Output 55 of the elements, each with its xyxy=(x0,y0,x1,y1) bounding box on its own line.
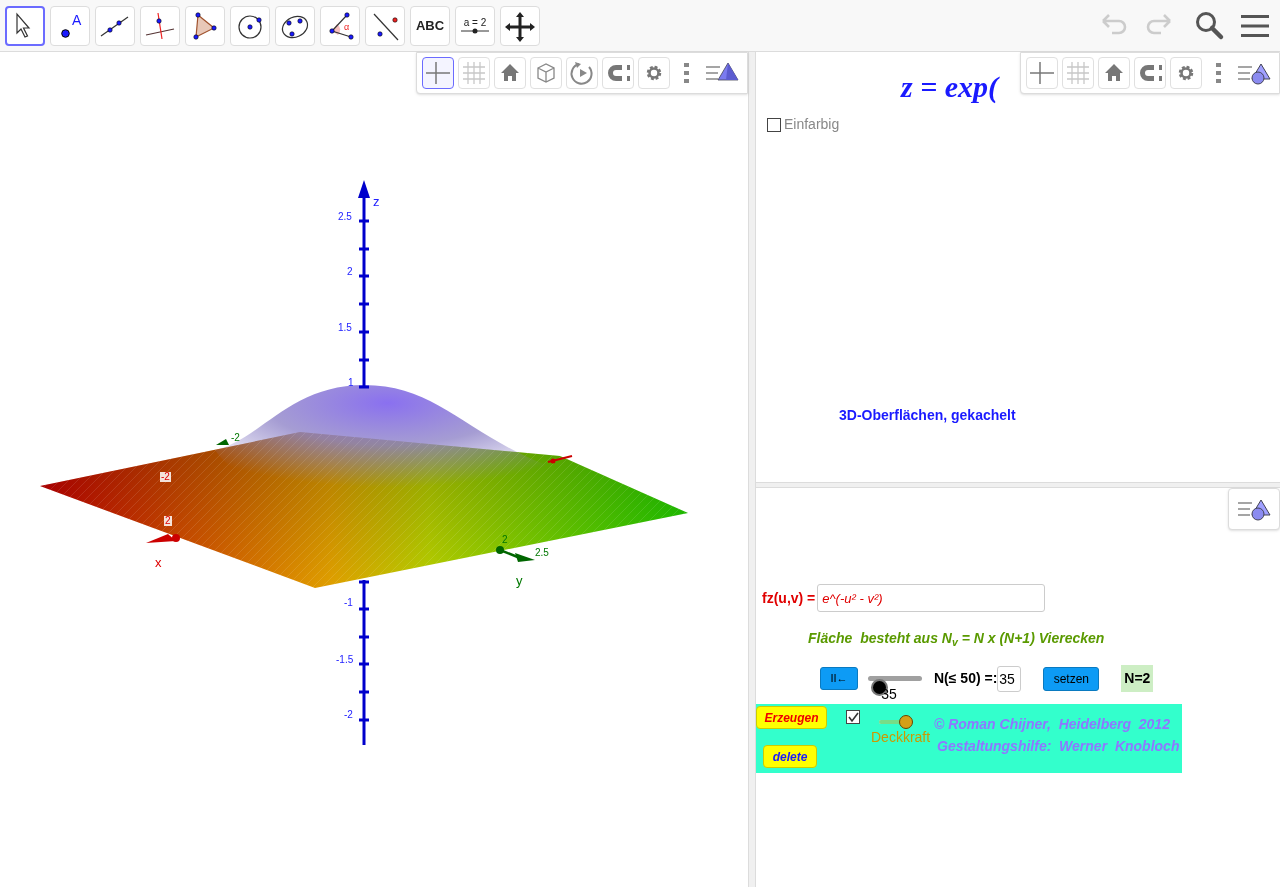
formula-note: Fläche besteht aus N$_{v}$ = N x (N+1) Vierecken xyxy=(808,629,1105,649)
tool-button[interactable]: A xyxy=(50,5,90,46)
tool-button[interactable] xyxy=(5,5,45,46)
y-axis-arrow xyxy=(496,546,535,562)
axis-label: 2 xyxy=(164,516,172,526)
n-input[interactable]: 35 xyxy=(997,665,1022,692)
n-label: N(≤ 50) =: xyxy=(934,669,998,688)
axis-label: y xyxy=(516,574,523,587)
caption-text: 3D-Oberflächen, gekachelt xyxy=(839,406,1016,425)
tool-letter: A xyxy=(72,10,82,30)
checkbox[interactable] xyxy=(846,710,860,724)
view-option-button[interactable] xyxy=(422,57,454,89)
axis-label: 2.5 xyxy=(535,548,549,558)
slider-tool-label: a = 2 xyxy=(463,17,487,28)
axis-label: z xyxy=(373,195,380,208)
axis-label: -1 xyxy=(344,598,353,608)
tool-button[interactable]: a = 2 xyxy=(455,5,495,46)
slider-icon xyxy=(461,28,489,34)
axis-label: x xyxy=(155,556,162,569)
more-options-icon xyxy=(1215,63,1221,83)
credits-text: Gestaltungshilfe: Werner Knobloch xyxy=(937,737,1180,756)
axis-label: 2 xyxy=(347,267,353,277)
grid-icon xyxy=(1064,59,1092,87)
axis-label: -1.5 xyxy=(336,655,354,665)
checkbox-label: Einfarbig xyxy=(784,115,840,134)
checkmark-icon xyxy=(847,711,859,723)
grid-icon xyxy=(460,59,488,87)
axis-label: 2 xyxy=(502,535,508,545)
axis-label: -2 xyxy=(160,472,171,482)
point-icon xyxy=(61,28,70,38)
delete-button[interactable]: delete xyxy=(763,745,817,768)
x-axis-arrow xyxy=(547,455,573,464)
function-label: fz(u,v) = xyxy=(762,588,816,608)
more-options-icon xyxy=(683,63,689,83)
tool-letter: α xyxy=(344,20,350,34)
reset-button[interactable]: II← xyxy=(820,667,858,690)
checkbox[interactable] xyxy=(767,117,781,132)
set-button[interactable]: setzen xyxy=(1043,666,1100,691)
function-input[interactable]: e^(-u² - v²) xyxy=(817,584,1046,612)
tool-button[interactable]: α xyxy=(320,5,360,46)
axis-label: 2.5 xyxy=(338,212,352,222)
axis-label: 1 xyxy=(348,378,354,388)
axis-label: -2 xyxy=(231,433,240,443)
axes-icon xyxy=(424,59,452,87)
n-result: N=2 xyxy=(1121,665,1154,692)
opacity-label: Deckkraft xyxy=(871,730,931,744)
axes-icon xyxy=(1028,59,1056,87)
formula-text: z = exp( xyxy=(901,72,999,102)
axis-label: -2 xyxy=(344,710,353,720)
y-axis-arrow xyxy=(216,439,229,445)
axis-label: 1.5 xyxy=(338,323,352,333)
credits-text: © Roman Chijner, Heidelberg 2012 xyxy=(934,715,1170,734)
x-axis-arrow xyxy=(146,534,180,543)
create-button[interactable]: Erzeugen xyxy=(756,706,827,729)
tool-button[interactable]: ABC xyxy=(410,5,450,46)
